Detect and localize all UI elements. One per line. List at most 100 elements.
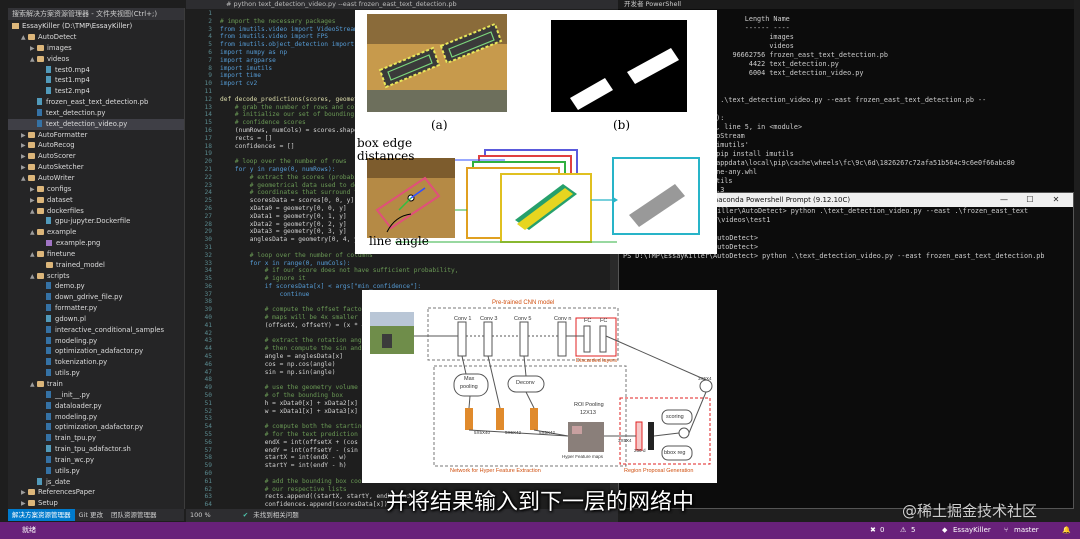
expand-arrow-icon[interactable]: ▲ [21,174,28,184]
tree-folder[interactable]: ▶ AutoScorer [8,151,184,162]
tree-file[interactable]: modeling.py [8,336,184,347]
line-number: 27 [204,212,212,220]
expand-arrow-icon[interactable]: ▶ [21,163,28,173]
branch-name[interactable]: master [1014,522,1039,539]
code-text: for y in range(0, numRows): [220,165,336,173]
folder-icon [28,34,35,40]
error-count[interactable]: 0 [880,522,884,539]
close-icon[interactable]: ✕ [1047,193,1065,207]
expand-arrow-icon[interactable]: ▶ [21,141,28,151]
expand-arrow-icon[interactable]: ▶ [21,131,28,141]
code-text: angle = anglesData[x] [220,353,343,361]
line-number: 56 [204,438,212,446]
code-text: xData0 = geometry[0, 0, y] [220,204,347,212]
tree-file[interactable]: dataloader.py [8,401,184,412]
code-text: w = xData1[x] + xData3[x] [220,407,358,415]
tree-file[interactable]: optimization_adafactor.py [8,422,184,433]
expand-arrow-icon[interactable]: ▲ [30,250,37,260]
tree-file[interactable]: frozen_east_text_detection.pb [8,97,184,108]
terminal-header: 开发者 PowerShell [618,0,1074,9]
tree-file[interactable]: gpu-jupyter.Dockerfile [8,216,184,227]
code-text: import imutils [220,64,273,72]
tree-folder[interactable]: ▲ dockerfiles [8,206,184,217]
tree-folder[interactable]: ▶ configs [8,184,184,195]
tree-folder[interactable]: ▲ videos [8,54,184,65]
tree-file[interactable]: train_tpu.py [8,433,184,444]
tree-item-label: dockerfiles [47,206,84,215]
tree-folder[interactable]: ▶ images [8,43,184,54]
error-icon[interactable]: ✖ [870,522,876,539]
tree-folder[interactable]: ▲ scripts [8,271,184,282]
label-distances: distances [357,149,415,163]
tree-file[interactable]: interactive_conditional_samples [8,325,184,336]
code-line[interactable]: 33 for x in range(0, numCols): [186,260,618,268]
tree-file[interactable]: tokenization.py [8,357,184,368]
tree-folder[interactable]: ▶ dataset [8,195,184,206]
tree-file[interactable]: down_gdrive_file.py [8,292,184,303]
tree-file[interactable]: train_wc.py [8,455,184,466]
tree-item-label: frozen_east_text_detection.pb [46,98,149,107]
warning-count[interactable]: 5 [911,522,915,539]
code-line[interactable]: 34 # if our score does not have sufficie… [186,267,618,275]
tree-item-label: text_detection_video.py [46,119,128,128]
tree-file[interactable]: utils.py [8,466,184,477]
tree-folder[interactable]: trained_model [8,260,184,271]
tree-file[interactable]: modeling.py [8,412,184,423]
tree-folder[interactable]: ▶ AutoFormatter [8,130,184,141]
tree-file[interactable]: text_detection.py [8,108,184,119]
expand-arrow-icon[interactable]: ▶ [30,44,37,54]
project-name[interactable]: EssayKiller [953,522,991,539]
python-file-icon [46,282,51,290]
python-file-icon [46,358,51,366]
tree-file[interactable]: test2.mp4 [8,86,184,97]
tree-file[interactable]: demo.py [8,281,184,292]
tree-folder[interactable]: ▲ AutoDetect [8,32,184,43]
expand-arrow-icon[interactable]: ▲ [30,228,37,238]
expand-arrow-icon[interactable]: ▲ [21,33,28,43]
tree-folder[interactable]: ▶ AutoRecog [8,140,184,151]
tree-file[interactable]: js_date [8,477,184,488]
solution-search-input[interactable]: 搜索解决方案资源管理器 - 文件夹视图(Ctrl+;) [8,8,184,20]
solution-root[interactable]: EssayKiller (D:\TMP\EssayKiller) [8,20,184,32]
tree-file[interactable]: utils.py [8,368,184,379]
tree-file[interactable]: text_detection_video.py [8,118,184,130]
line-number: 2 [208,17,212,25]
tree-folder[interactable]: ▲ train [8,379,184,390]
tree-file[interactable]: __init__.py [8,390,184,401]
folder-icon [37,196,44,203]
expand-arrow-icon[interactable]: ▲ [30,272,37,282]
tree-folder[interactable]: ▲ AutoWriter [8,173,184,184]
expand-arrow-icon[interactable]: ▲ [30,55,37,65]
tree-folder[interactable]: ▶ AutoSketcher [8,162,184,173]
maximize-icon[interactable]: ☐ [1021,193,1039,207]
tree-file[interactable]: gdown.pl [8,314,184,325]
line-number: 14 [204,111,212,119]
expand-arrow-icon[interactable]: ▶ [30,196,37,206]
code-text: # loop over the number of columns [220,251,373,259]
minimize-icon[interactable]: — [995,193,1013,207]
tree-folder[interactable]: ▲ example [8,227,184,238]
expand-arrow-icon[interactable]: ▲ [30,207,37,217]
line-number: 16 [204,126,212,134]
line-number: 25 [204,197,212,205]
tree-file[interactable]: formatter.py [8,303,184,314]
code-text: from imutils.video import FPS [220,33,329,41]
expand-arrow-icon[interactable]: ▲ [30,380,37,390]
tree-file[interactable]: test0.mp4 [8,65,184,76]
warning-icon[interactable]: ⚠ [900,522,906,539]
file-icon [46,76,51,84]
bell-icon[interactable]: 🔔 [1062,522,1071,539]
tree-item-label: gpu-jupyter.Dockerfile [55,217,131,226]
tree-file[interactable]: optimization_adafactor.py [8,346,184,357]
tree-file[interactable]: example.png [8,238,184,249]
code-text: if scoresData[x] < args["min_confidence"… [220,282,422,290]
tree-file[interactable]: test1.mp4 [8,75,184,86]
tree-folder[interactable]: ▲ finetune [8,249,184,260]
screen: 搜索解决方案资源管理器 - 文件夹视图(Ctrl+;) EssayKiller … [0,0,1080,539]
expand-arrow-icon[interactable]: ▶ [30,185,37,195]
tree-file[interactable]: train_tpu_adafactor.sh [8,444,184,455]
line-number: 21 [204,165,212,173]
expand-arrow-icon[interactable]: ▶ [21,152,28,162]
code-line[interactable]: 35 # ignore it [186,275,618,283]
line-number: 55 [204,431,212,439]
